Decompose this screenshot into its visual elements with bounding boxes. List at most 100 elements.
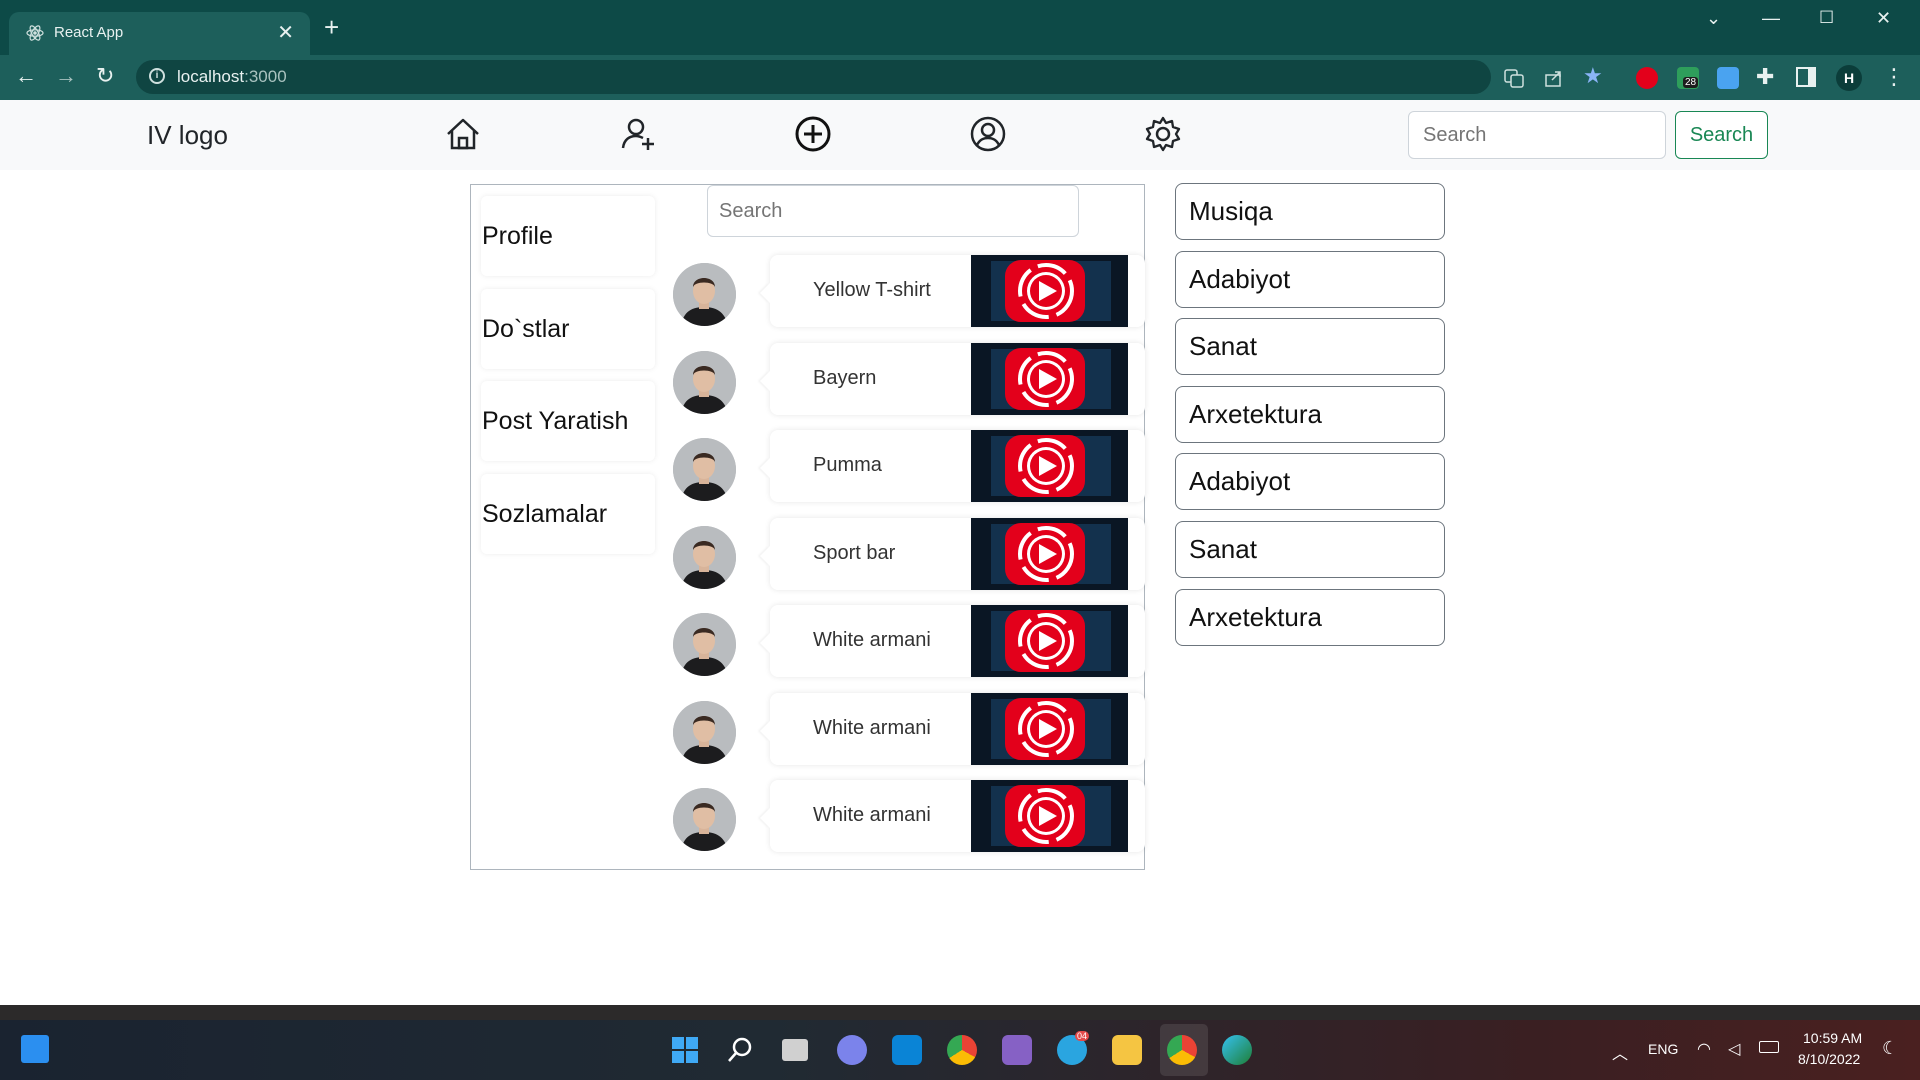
- post-item[interactable]: Yellow T-shirt: [673, 255, 1145, 327]
- translate-icon[interactable]: [1504, 68, 1524, 88]
- chrome-active-icon[interactable]: [1167, 1035, 1197, 1065]
- url-text: localhost:3000: [177, 67, 287, 86]
- sidebar-item-profile[interactable]: Profile: [481, 196, 655, 276]
- post-title: White armani: [813, 804, 931, 826]
- tray-chevron-icon[interactable]: ︿: [1612, 1040, 1628, 1064]
- post-card[interactable]: Bayern: [770, 342, 1145, 415]
- extension-red-icon[interactable]: [1636, 67, 1658, 89]
- edge-icon[interactable]: [1222, 1035, 1252, 1065]
- volume-icon[interactable]: ◁: [1728, 1039, 1740, 1059]
- category-button[interactable]: Adabiyot: [1175, 453, 1445, 511]
- navbar-search-button[interactable]: Search: [1675, 111, 1768, 159]
- post-item[interactable]: White armani: [673, 692, 1145, 765]
- search-icon[interactable]: [726, 1035, 756, 1065]
- post-card[interactable]: Pumma: [770, 430, 1145, 502]
- visual-studio-icon[interactable]: [1002, 1035, 1032, 1065]
- post-item[interactable]: White armani: [673, 780, 1145, 852]
- telegram-icon[interactable]: 04: [1057, 1031, 1090, 1065]
- post-item[interactable]: Bayern: [673, 342, 1145, 415]
- post-item[interactable]: Sport bar: [673, 517, 1145, 590]
- post-card[interactable]: White armani: [770, 605, 1145, 677]
- browser-tab[interactable]: React App ✕: [9, 12, 310, 55]
- sidebar-item-settings[interactable]: Sozlamalar: [481, 474, 655, 554]
- post-card[interactable]: White armani: [770, 692, 1145, 765]
- notification-moon-icon[interactable]: ☾: [1882, 1038, 1898, 1059]
- avatar[interactable]: [673, 525, 736, 589]
- youtube-thumbnail-icon[interactable]: [971, 692, 1128, 765]
- post-title: Yellow T-shirt: [813, 279, 931, 301]
- forward-icon[interactable]: →: [55, 63, 77, 89]
- side-panel-icon[interactable]: [1796, 67, 1816, 87]
- youtube-thumbnail-icon[interactable]: [971, 780, 1128, 852]
- avatar[interactable]: [673, 438, 736, 501]
- user-circle-icon[interactable]: [968, 114, 1008, 154]
- sidebar-item-create-post[interactable]: Post Yaratish: [481, 381, 655, 461]
- post-title: Sport bar: [813, 541, 896, 564]
- clock-time[interactable]: 10:59 AM: [1803, 1030, 1862, 1046]
- address-bar[interactable]: i localhost:3000 ★: [136, 60, 1603, 94]
- chat-icon[interactable]: [837, 1035, 867, 1065]
- tab-search-icon[interactable]: ⌄: [1706, 8, 1721, 29]
- background-window-strip: [0, 1005, 1920, 1020]
- windows-start-icon[interactable]: [670, 1035, 700, 1065]
- top-navbar: IV logo Search: [0, 100, 1920, 170]
- back-icon[interactable]: ←: [15, 63, 37, 89]
- reload-icon[interactable]: ↻: [96, 63, 114, 89]
- language-indicator[interactable]: ENG: [1648, 1041, 1678, 1057]
- extensions-puzzle-icon[interactable]: ✚: [1756, 64, 1774, 90]
- avatar[interactable]: [673, 263, 736, 326]
- category-button[interactable]: Arxetektura: [1175, 588, 1445, 646]
- tab-title: React App: [54, 24, 124, 41]
- youtube-thumbnail-icon[interactable]: [971, 517, 1128, 590]
- category-button[interactable]: Arxetektura: [1175, 385, 1445, 443]
- avatar[interactable]: [673, 788, 736, 851]
- category-button[interactable]: Sanat: [1175, 521, 1445, 578]
- youtube-thumbnail-icon[interactable]: [971, 342, 1128, 415]
- post-card[interactable]: Sport bar: [770, 517, 1145, 590]
- post-item[interactable]: Pumma: [673, 430, 1145, 502]
- category-button[interactable]: Adabiyot: [1175, 250, 1445, 308]
- avatar[interactable]: [673, 700, 736, 764]
- post-card[interactable]: White armani: [770, 780, 1145, 852]
- vscode-icon[interactable]: [892, 1035, 922, 1065]
- feed-container: Profile Do`stlar Post Yaratish Sozlamala…: [470, 184, 1145, 870]
- menu-kebab-icon[interactable]: ⋮: [1883, 64, 1905, 90]
- home-icon[interactable]: [443, 114, 483, 154]
- post-card[interactable]: Yellow T-shirt: [770, 255, 1145, 327]
- share-icon[interactable]: [1544, 68, 1564, 88]
- widgets-icon[interactable]: [21, 1035, 49, 1063]
- close-tab-icon[interactable]: ✕: [277, 20, 294, 45]
- extension-green-icon[interactable]: 28: [1677, 67, 1699, 89]
- sidebar-item-friends[interactable]: Do`stlar: [481, 289, 655, 369]
- clock-date[interactable]: 8/10/2022: [1798, 1051, 1860, 1067]
- file-explorer-icon[interactable]: [1112, 1035, 1142, 1065]
- maximize-icon[interactable]: ☐: [1819, 8, 1834, 28]
- gear-icon[interactable]: [1143, 114, 1183, 154]
- react-icon: [26, 25, 44, 41]
- download-icon[interactable]: [1717, 67, 1739, 89]
- post-item[interactable]: White armani: [673, 605, 1145, 677]
- youtube-thumbnail-icon[interactable]: [971, 605, 1128, 677]
- avatar[interactable]: [673, 613, 736, 676]
- site-logo[interactable]: IV logo: [147, 120, 228, 151]
- browser-toolbar: ← → ↻ i localhost:3000 ★ 28 ✚ H ⋮: [0, 55, 1920, 100]
- wifi-icon[interactable]: ◠: [1697, 1039, 1711, 1059]
- avatar[interactable]: [673, 350, 736, 414]
- site-info-icon[interactable]: i: [149, 68, 165, 84]
- battery-icon[interactable]: [1759, 1041, 1779, 1053]
- window-close-icon[interactable]: ✕: [1876, 8, 1891, 29]
- task-view-icon[interactable]: [782, 1039, 808, 1061]
- category-button[interactable]: Musiqa: [1175, 183, 1445, 240]
- navbar-search-input[interactable]: [1408, 111, 1666, 159]
- new-tab-icon[interactable]: +: [324, 14, 339, 40]
- bookmark-star-icon[interactable]: ★: [1583, 63, 1603, 89]
- plus-circle-icon[interactable]: [793, 114, 833, 154]
- category-button[interactable]: Sanat: [1175, 318, 1445, 376]
- add-friend-icon[interactable]: [619, 114, 659, 154]
- chrome-icon[interactable]: [947, 1035, 977, 1065]
- minimize-icon[interactable]: —: [1762, 8, 1780, 29]
- profile-avatar[interactable]: H: [1836, 65, 1862, 91]
- youtube-thumbnail-icon[interactable]: [971, 430, 1128, 502]
- feed-search-input[interactable]: [707, 185, 1079, 237]
- youtube-thumbnail-icon[interactable]: [971, 255, 1128, 327]
